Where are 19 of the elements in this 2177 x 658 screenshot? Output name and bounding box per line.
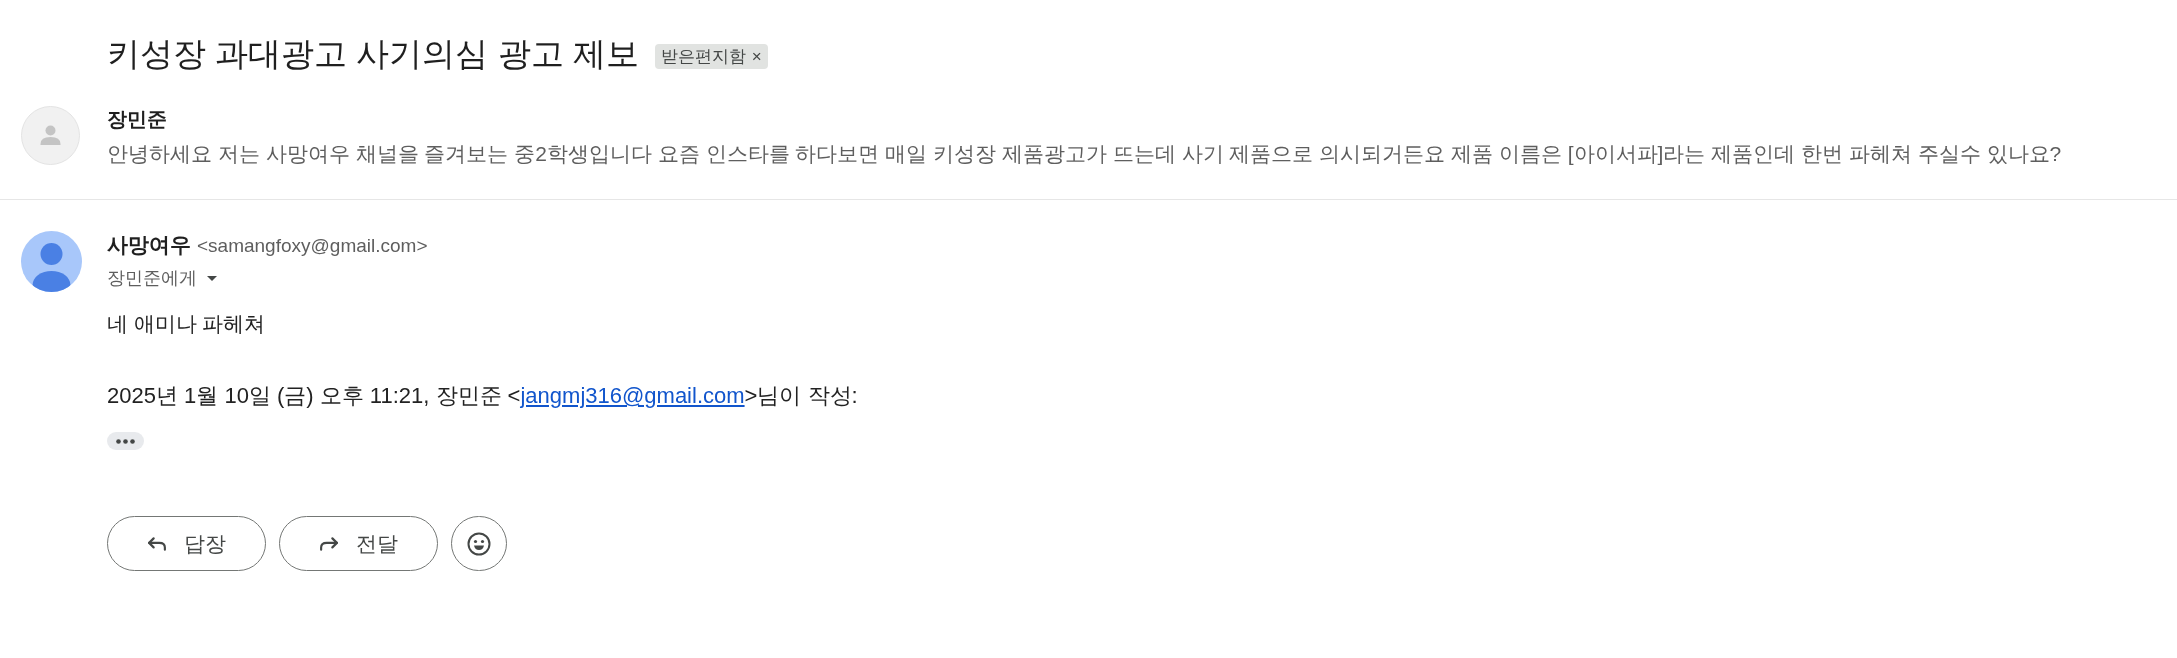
email-link[interactable]: jangmj316@gmail.com — [520, 383, 745, 408]
sender-name: 장민준 — [107, 107, 167, 132]
reply-arrow-icon — [147, 535, 166, 552]
smiley-icon — [467, 531, 491, 556]
sender-email: <samangfoxy@gmail.com> — [197, 234, 428, 258]
show-trimmed-button[interactable] — [107, 432, 144, 450]
recipient-text: 장민준에게 — [107, 267, 197, 290]
person-avatar-icon — [21, 106, 80, 165]
email-subject: 키성장 과대광고 사기의심 광고 제보 — [107, 34, 639, 74]
remove-label-button[interactable]: × — [751, 43, 762, 69]
person-avatar-icon — [21, 231, 82, 292]
caret-icon — [207, 275, 217, 281]
ellipsis-icon — [116, 438, 135, 444]
forward-arrow-icon — [319, 535, 338, 552]
label-text: 받은편지함 — [660, 45, 746, 68]
message-body: 네 애미나 파헤쳐 — [107, 311, 266, 337]
message-snippet[interactable]: 안녕하세요 저는 사망여우 채널을 즐겨보는 중2학생입니다 요즘 인스타를 하다보면 매일 키성장 제품광고가 뜨는데 사기 제품으로 의시되거든요 제품 이름은 [아이서파]라는 제품인데 한번 파헤쳐 주실수 있나요? — [107, 139, 2062, 169]
sender-name: 사망여우 — [107, 232, 191, 258]
quote-header: 2025년 1월 10일 (금) 오후 11:21, 장민준 <jangmj316@gmail.com>님이 작성: — [107, 382, 858, 410]
